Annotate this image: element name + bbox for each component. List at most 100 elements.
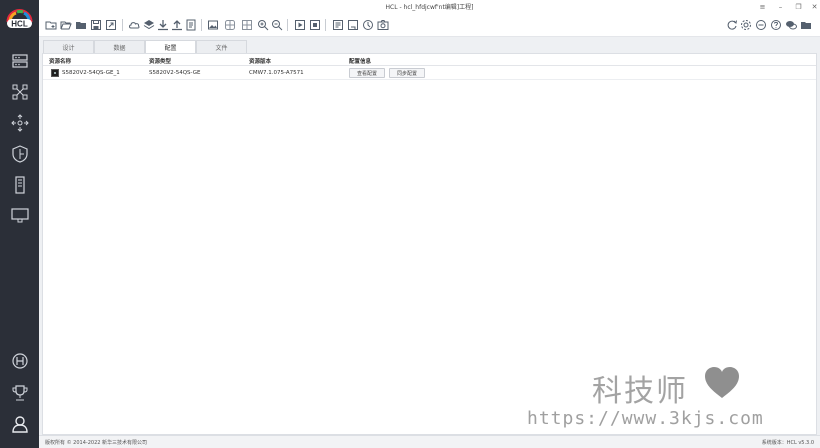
sidebar-item-achievements[interactable] xyxy=(6,382,33,404)
layers-icon xyxy=(143,19,154,29)
close-icon: ✕ xyxy=(811,2,818,11)
new-folder-icon xyxy=(45,21,56,29)
save-icon xyxy=(90,19,101,30)
sidebar-item-devices[interactable] xyxy=(6,50,33,72)
version-text: 系统版本：HCL v5.3.0 xyxy=(761,440,814,446)
tab-config[interactable]: 配置 xyxy=(145,40,196,53)
zoom-in-button[interactable] xyxy=(256,18,269,31)
tab-files[interactable]: 文件 xyxy=(196,40,247,53)
restore-button[interactable]: ❐ xyxy=(793,1,804,12)
column-header-config: 配置信息 xyxy=(349,59,372,65)
monitor-icon xyxy=(10,208,29,223)
server-icon xyxy=(14,176,25,194)
minimize-button[interactable]: – xyxy=(775,1,786,12)
sidebar-item-security[interactable] xyxy=(6,143,33,165)
sidebar-item-network[interactable] xyxy=(6,112,33,134)
toolbar-separator xyxy=(287,19,288,31)
window-title: HCL - hcl_hfdjcwf'nt编辑]工程] xyxy=(385,4,474,11)
language-button[interactable] xyxy=(754,18,767,31)
gear-icon xyxy=(740,19,751,30)
toolbar-separator xyxy=(201,19,202,31)
toolbar xyxy=(39,13,820,37)
notes-button[interactable] xyxy=(184,18,197,31)
title-bar: HCL - hcl_hfdjcwf'nt编辑]工程] ≡ – ❐ ✕ xyxy=(39,0,820,13)
column-header-type: 资源类型 xyxy=(149,59,172,65)
open-project-button[interactable] xyxy=(59,18,72,31)
about-button[interactable] xyxy=(799,18,812,31)
minimize-icon: – xyxy=(778,2,783,11)
h3c-icon xyxy=(11,353,28,369)
toolbar-separator xyxy=(122,19,123,31)
camera-icon xyxy=(377,19,388,30)
svg-text:HCL: HCL xyxy=(11,20,28,29)
screenshot-button[interactable] xyxy=(206,18,219,31)
console-button[interactable] xyxy=(331,18,344,31)
sync-config-button[interactable]: 同步配置 xyxy=(389,68,425,78)
sidebar-item-terminal[interactable] xyxy=(6,204,33,226)
zoom-in-icon xyxy=(257,19,268,30)
upload-icon xyxy=(171,19,182,30)
new-project-button[interactable] xyxy=(44,18,57,31)
help-icon xyxy=(770,19,781,30)
tab-bar: 设计 数据 配置 文件 xyxy=(43,40,247,53)
refresh-icon xyxy=(727,19,737,30)
tab-design[interactable]: 设计 xyxy=(43,40,94,53)
capture-icon xyxy=(362,19,373,30)
device-list-icon xyxy=(11,54,28,68)
folder-button[interactable] xyxy=(74,18,87,31)
grid-toggle-button[interactable] xyxy=(223,18,236,31)
resource-type: S5820V2-54QS-GE xyxy=(149,70,201,76)
cloud-button[interactable] xyxy=(127,18,140,31)
sidebar-item-server[interactable] xyxy=(6,174,33,196)
shield-icon xyxy=(11,145,28,163)
fit-view-button[interactable] xyxy=(240,18,253,31)
document-icon xyxy=(186,19,195,30)
refresh-button[interactable] xyxy=(725,18,738,31)
start-all-button[interactable] xyxy=(293,18,306,31)
watermark-text: 科技师 xyxy=(592,374,688,409)
text-box-icon xyxy=(347,19,358,30)
user-icon xyxy=(11,416,28,433)
upload-button[interactable] xyxy=(170,18,183,31)
cloud-icon xyxy=(128,21,140,28)
toolbar-separator xyxy=(325,19,326,31)
table-header: 资源名称 资源类型 资源版本 配置信息 xyxy=(43,54,816,66)
column-header-version: 资源版本 xyxy=(249,59,272,65)
save-button[interactable] xyxy=(89,18,102,31)
network-expand-icon xyxy=(10,114,29,132)
text-box-button[interactable] xyxy=(346,18,359,31)
sidebar: HCL xyxy=(0,0,39,448)
close-button[interactable]: ✕ xyxy=(809,1,820,12)
zoom-out-icon xyxy=(271,19,282,30)
import-button[interactable] xyxy=(156,18,169,31)
column-header-name: 资源名称 xyxy=(49,59,72,65)
status-bar: 版权所有 © 2014-2022 新华三技术有限公司 系统版本：HCL v5.3… xyxy=(39,435,820,448)
watermark-url: https://www.3kjs.com xyxy=(527,408,764,429)
export-button[interactable] xyxy=(104,18,117,31)
chat-button[interactable] xyxy=(784,18,797,31)
restore-icon: ❐ xyxy=(795,2,802,11)
menu-icon: ≡ xyxy=(759,2,766,11)
zoom-out-button[interactable] xyxy=(270,18,283,31)
stop-all-button[interactable] xyxy=(308,18,321,31)
settings-button[interactable] xyxy=(739,18,752,31)
layers-button[interactable] xyxy=(142,18,155,31)
language-icon xyxy=(755,19,766,30)
table-row[interactable]: S5820V2-54QS-GE_1 S5820V2-54QS-GE CMW7.1… xyxy=(43,66,816,80)
play-icon xyxy=(294,19,305,30)
sidebar-item-h3c[interactable] xyxy=(6,350,33,372)
capture-button[interactable] xyxy=(361,18,374,31)
help-button[interactable] xyxy=(769,18,782,31)
view-config-button[interactable]: 查看配置 xyxy=(349,68,385,78)
sidebar-item-topology[interactable] xyxy=(6,81,33,103)
tab-data[interactable]: 数据 xyxy=(94,40,145,53)
hcl-logo: HCL xyxy=(4,6,35,33)
export-icon xyxy=(105,19,116,30)
resource-name: S5820V2-54QS-GE_1 xyxy=(62,70,120,76)
camera-button[interactable] xyxy=(376,18,389,31)
download-icon xyxy=(157,19,168,30)
config-panel: 资源名称 资源类型 资源版本 配置信息 S5820V2-54QS-GE_1 S5… xyxy=(42,53,817,435)
fit-icon xyxy=(241,19,252,30)
sidebar-item-user[interactable] xyxy=(6,413,33,435)
window-menu-button[interactable]: ≡ xyxy=(757,1,768,12)
